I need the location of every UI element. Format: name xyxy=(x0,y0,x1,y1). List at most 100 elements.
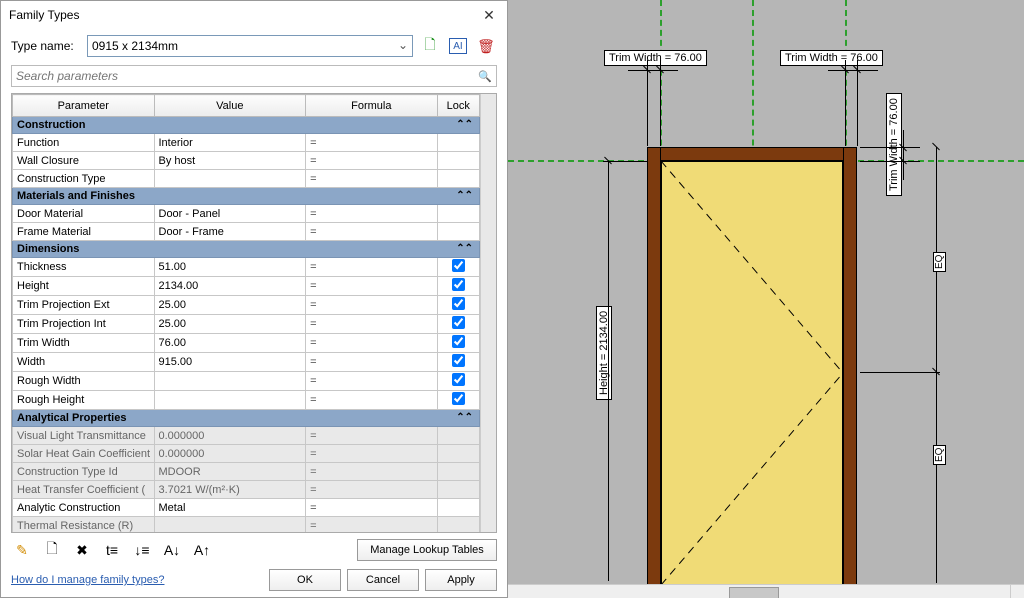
param-value-cell[interactable]: 915.00 xyxy=(154,353,306,372)
close-button[interactable]: ✕ xyxy=(479,5,499,25)
param-lock-cell[interactable] xyxy=(437,517,479,533)
param-lock-cell[interactable] xyxy=(437,334,479,353)
new-type-button[interactable]: 🗋 xyxy=(419,35,441,57)
param-formula-cell[interactable]: = xyxy=(306,499,437,517)
lock-checkbox[interactable] xyxy=(452,392,465,405)
param-formula-cell[interactable]: = xyxy=(306,258,437,277)
param-value-cell[interactable]: By host xyxy=(154,152,306,170)
group-header[interactable]: Analytical Properties⌃⌃ xyxy=(13,410,480,427)
param-value-cell[interactable]: 0.000000 xyxy=(154,427,306,445)
delete-type-button[interactable]: 🗑 xyxy=(475,35,497,57)
lock-checkbox[interactable] xyxy=(452,259,465,272)
param-value-cell[interactable]: 0.000000 xyxy=(154,445,306,463)
param-name-cell[interactable]: Wall Closure xyxy=(13,152,155,170)
table-row[interactable]: Thermal Resistance (R) = xyxy=(13,517,480,533)
table-row[interactable]: Height2134.00= xyxy=(13,277,480,296)
group-header[interactable]: Materials and Finishes⌃⌃ xyxy=(13,188,480,205)
param-lock-cell[interactable] xyxy=(437,353,479,372)
table-row[interactable]: Rough Width= xyxy=(13,372,480,391)
param-formula-cell[interactable]: = xyxy=(306,391,437,410)
move-down-button[interactable]: ↓≡ xyxy=(131,539,153,561)
rename-type-button[interactable]: AI xyxy=(447,35,469,57)
param-lock-cell[interactable] xyxy=(437,170,479,188)
param-lock-cell[interactable] xyxy=(437,205,479,223)
vertical-scrollbar[interactable] xyxy=(480,94,496,532)
param-name-cell[interactable]: Analytic Construction xyxy=(13,499,155,517)
door-trim-right[interactable] xyxy=(843,147,857,585)
param-name-cell[interactable]: Frame Material xyxy=(13,223,155,241)
table-row[interactable]: Thickness51.00= xyxy=(13,258,480,277)
param-value-cell[interactable]: Interior xyxy=(154,134,306,152)
table-row[interactable]: Wall ClosureBy host= xyxy=(13,152,480,170)
table-row[interactable]: Construction Type IdMDOOR= xyxy=(13,463,480,481)
param-name-cell[interactable]: Construction Type xyxy=(13,170,155,188)
param-formula-cell[interactable]: = xyxy=(306,205,437,223)
param-name-cell[interactable]: Door Material xyxy=(13,205,155,223)
param-formula-cell[interactable]: = xyxy=(306,517,437,533)
table-row[interactable]: Width915.00= xyxy=(13,353,480,372)
param-lock-cell[interactable] xyxy=(437,427,479,445)
param-formula-cell[interactable]: = xyxy=(306,277,437,296)
param-value-cell[interactable]: Metal xyxy=(154,499,306,517)
table-row[interactable]: Heat Transfer Coefficient (3.7021 W/(m²·… xyxy=(13,481,480,499)
group-header[interactable]: Dimensions⌃⌃ xyxy=(13,241,480,258)
door-trim-left[interactable] xyxy=(647,147,661,585)
table-row[interactable]: Analytic ConstructionMetal= xyxy=(13,499,480,517)
dim-label-height[interactable]: Height = 2134.00 xyxy=(596,306,612,400)
table-row[interactable]: Frame MaterialDoor - Frame= xyxy=(13,223,480,241)
param-name-cell[interactable]: Heat Transfer Coefficient ( xyxy=(13,481,155,499)
param-value-cell[interactable] xyxy=(154,372,306,391)
lock-checkbox[interactable] xyxy=(452,373,465,386)
ok-button[interactable]: OK xyxy=(269,569,341,591)
dim-label-trim-width-left[interactable]: Trim Width = 76.00 xyxy=(604,50,707,66)
new-parameter-button[interactable]: 🗋 xyxy=(41,539,63,561)
param-name-cell[interactable]: Visual Light Transmittance xyxy=(13,427,155,445)
param-value-cell[interactable]: 25.00 xyxy=(154,296,306,315)
table-row[interactable]: Construction Type = xyxy=(13,170,480,188)
table-row[interactable]: Solar Heat Gain Coefficient0.000000= xyxy=(13,445,480,463)
param-lock-cell[interactable] xyxy=(437,258,479,277)
dim-eq-bottom[interactable]: EQ xyxy=(933,445,946,465)
param-value-cell[interactable]: 2134.00 xyxy=(154,277,306,296)
param-name-cell[interactable]: Trim Projection Int xyxy=(13,315,155,334)
param-value-cell[interactable]: 51.00 xyxy=(154,258,306,277)
table-row[interactable]: Door MaterialDoor - Panel= xyxy=(13,205,480,223)
param-lock-cell[interactable] xyxy=(437,372,479,391)
param-name-cell[interactable]: Thickness xyxy=(13,258,155,277)
param-lock-cell[interactable] xyxy=(437,481,479,499)
sort-asc-button[interactable]: A↓ xyxy=(161,539,183,561)
param-lock-cell[interactable] xyxy=(437,152,479,170)
table-row[interactable]: Visual Light Transmittance0.000000= xyxy=(13,427,480,445)
param-value-cell[interactable] xyxy=(154,517,306,533)
help-link[interactable]: How do I manage family types? xyxy=(11,574,164,586)
param-lock-cell[interactable] xyxy=(437,391,479,410)
param-formula-cell[interactable]: = xyxy=(306,296,437,315)
sort-desc-button[interactable]: A↑ xyxy=(191,539,213,561)
lock-checkbox[interactable] xyxy=(452,354,465,367)
param-name-cell[interactable]: Thermal Resistance (R) xyxy=(13,517,155,533)
param-lock-cell[interactable] xyxy=(437,134,479,152)
param-formula-cell[interactable]: = xyxy=(306,170,437,188)
model-viewport[interactable]: Trim Width = 76.00 Trim Width = 76.00 Tr… xyxy=(508,0,1024,598)
param-formula-cell[interactable]: = xyxy=(306,334,437,353)
col-formula[interactable]: Formula xyxy=(306,95,437,117)
parameters-scroll[interactable]: Parameter Value Formula Lock Constructio… xyxy=(12,94,480,532)
param-name-cell[interactable]: Trim Width xyxy=(13,334,155,353)
lock-checkbox[interactable] xyxy=(452,335,465,348)
table-row[interactable]: Trim Projection Int25.00= xyxy=(13,315,480,334)
param-formula-cell[interactable]: = xyxy=(306,223,437,241)
cancel-button[interactable]: Cancel xyxy=(347,569,419,591)
lock-checkbox[interactable] xyxy=(452,297,465,310)
dim-eq-top[interactable]: EQ xyxy=(933,252,946,272)
param-lock-cell[interactable] xyxy=(437,277,479,296)
param-value-cell[interactable]: Door - Frame xyxy=(154,223,306,241)
lock-checkbox[interactable] xyxy=(452,316,465,329)
door-panel[interactable] xyxy=(661,161,843,585)
param-name-cell[interactable]: Solar Heat Gain Coefficient xyxy=(13,445,155,463)
param-value-cell[interactable]: 76.00 xyxy=(154,334,306,353)
param-value-cell[interactable]: Door - Panel xyxy=(154,205,306,223)
param-formula-cell[interactable]: = xyxy=(306,315,437,334)
param-name-cell[interactable]: Rough Height xyxy=(13,391,155,410)
apply-button[interactable]: Apply xyxy=(425,569,497,591)
move-up-button[interactable]: t≡ xyxy=(101,539,123,561)
